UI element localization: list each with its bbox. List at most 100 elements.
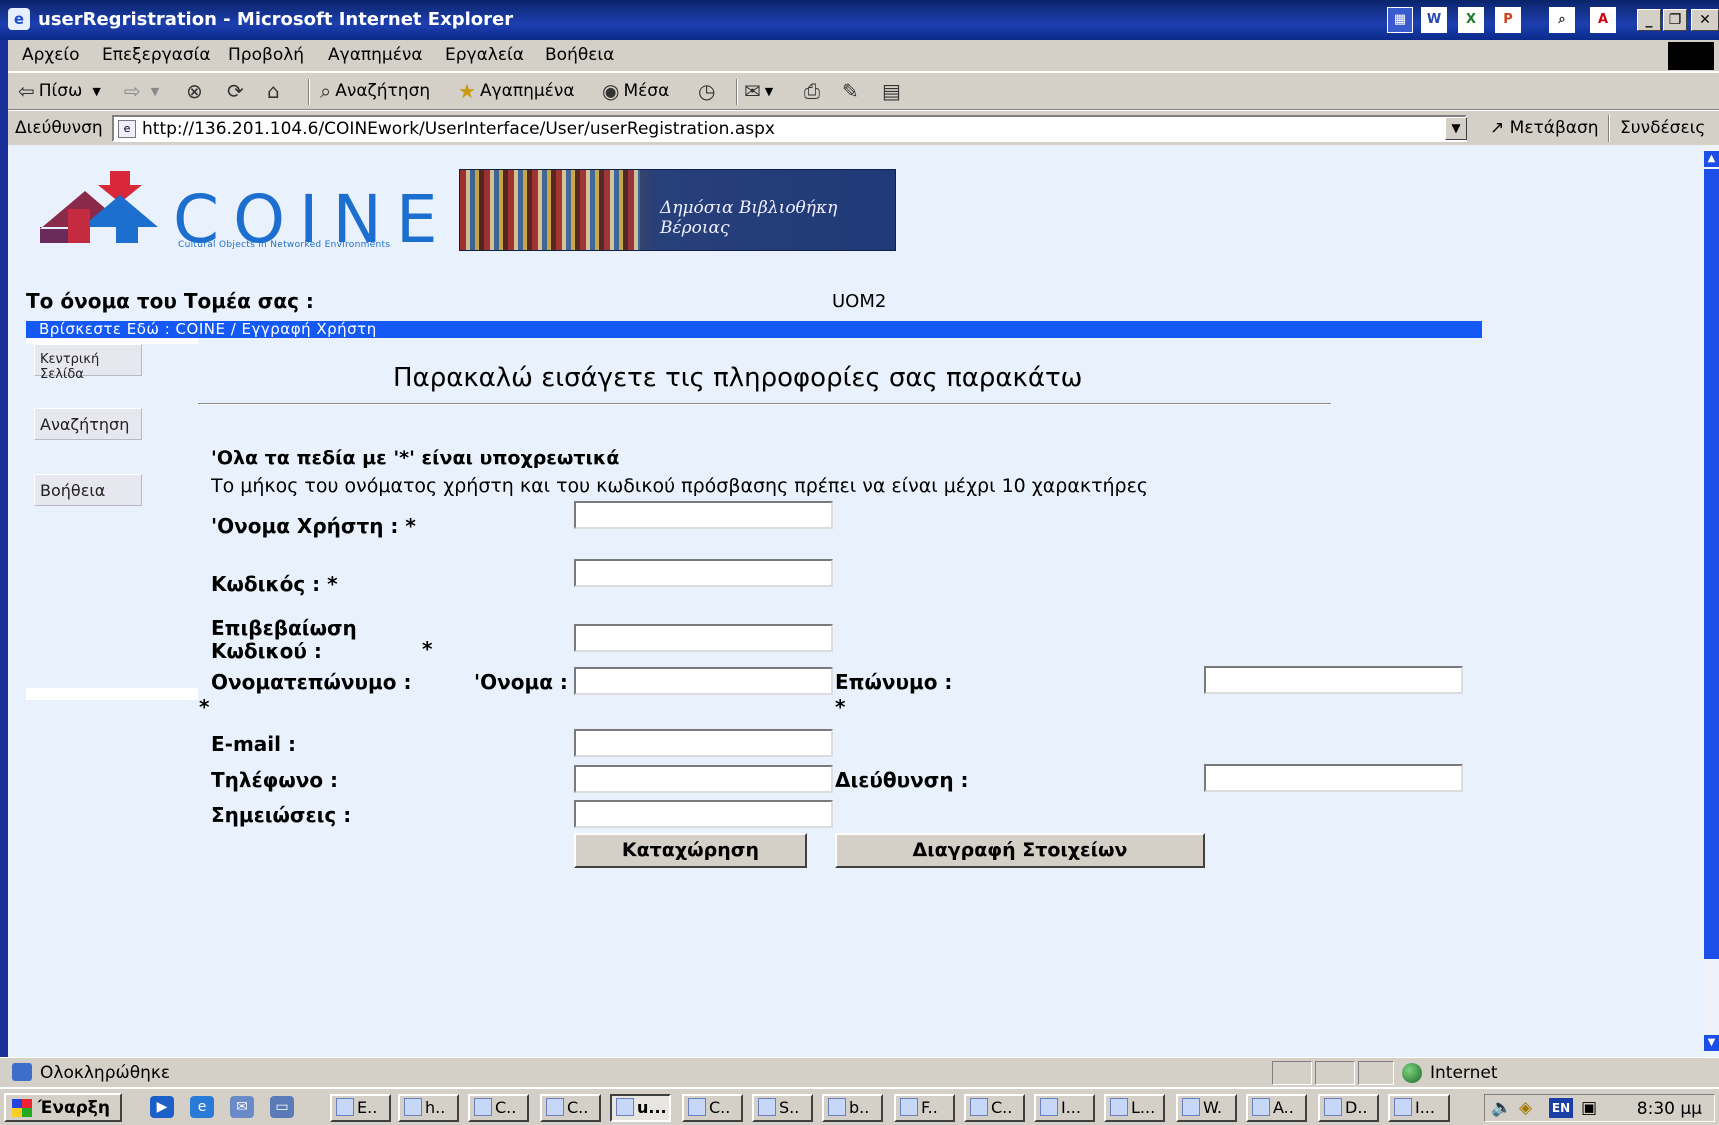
task-button[interactable]: E.. xyxy=(330,1094,391,1122)
mail-icon: ✉ xyxy=(744,79,761,103)
volume-icon[interactable]: 🔈 xyxy=(1491,1098,1512,1118)
side-home-button[interactable]: Κεντρική Σελίδα xyxy=(34,344,142,382)
tray-tool-icon[interactable]: ◈ xyxy=(1519,1098,1532,1118)
status-bar: Ολοκληρώθηκε Internet xyxy=(0,1057,1719,1087)
side-menu: Κεντρική Σελίδα Αναζήτηση Βοήθεια xyxy=(26,338,198,700)
clear-button[interactable]: Διαγραφή Στοιχείων xyxy=(835,833,1205,868)
page-viewport: COINE Cultural Objects in Networked Envi… xyxy=(8,145,1704,1057)
address-dropdown[interactable]: ▼ xyxy=(1445,117,1467,140)
task-button[interactable]: I... xyxy=(1388,1094,1450,1122)
books-image xyxy=(460,170,640,250)
menu-view[interactable]: Προβολή xyxy=(228,45,304,65)
fullname-required-mark: * xyxy=(199,695,210,719)
search-icon: ⌕ xyxy=(320,79,332,103)
menu-help[interactable]: Βοήθεια xyxy=(545,45,614,65)
go-button[interactable]: ↗ Μετάβαση xyxy=(1490,118,1599,138)
back-button[interactable]: ⇦ Πίσω ▼ xyxy=(18,79,101,103)
task-button-active[interactable]: u... xyxy=(610,1094,671,1122)
task-button[interactable]: C.. xyxy=(682,1094,743,1122)
status-pane xyxy=(1272,1061,1312,1085)
side-search-button[interactable]: Αναζήτηση xyxy=(34,408,142,440)
quicklaunch-media-icon[interactable]: ▶ xyxy=(150,1096,174,1118)
home-button[interactable]: ⌂ xyxy=(267,79,280,103)
menu-tools[interactable]: Εργαλεία xyxy=(445,45,524,65)
network-icon[interactable]: ▣ xyxy=(1581,1098,1597,1118)
edit-button[interactable]: ✎ xyxy=(842,79,859,103)
lastname-input[interactable] xyxy=(1204,666,1463,694)
clock: 8:30 μμ xyxy=(1636,1099,1702,1119)
vertical-scrollbar[interactable]: ▲ ▼ xyxy=(1704,145,1719,1057)
language-indicator[interactable]: EN xyxy=(1549,1098,1573,1118)
address-input[interactable]: e http://136.201.104.6/COINEwork/UserInt… xyxy=(112,115,1467,142)
menu-file[interactable]: Αρχείο xyxy=(22,45,80,65)
side-help-button[interactable]: Βοήθεια xyxy=(34,474,142,506)
firstname-input[interactable] xyxy=(574,667,833,695)
task-button[interactable]: h.. xyxy=(398,1094,459,1122)
task-button[interactable]: I... xyxy=(1034,1094,1095,1122)
links-button[interactable]: Συνδέσεις xyxy=(1620,118,1705,138)
media-button[interactable]: ◉ Μέσα xyxy=(602,79,669,103)
powerpoint-icon[interactable]: P xyxy=(1495,7,1521,33)
search-button[interactable]: ⌕ Αναζήτηση xyxy=(320,79,430,103)
window-title: userRegristration - Microsoft Internet E… xyxy=(38,9,514,30)
menu-favorites[interactable]: Αγαπημένα xyxy=(328,45,423,65)
scrollbar-thumb[interactable] xyxy=(1704,169,1719,959)
restore-button[interactable]: ❐ xyxy=(1663,9,1687,31)
page-heading: Παρακαλώ εισάγετε τις πληροφορίες σας πα… xyxy=(393,363,1083,393)
task-button[interactable]: D.. xyxy=(1318,1094,1379,1122)
username-input[interactable] xyxy=(574,501,833,529)
minimize-button[interactable]: _ xyxy=(1637,9,1661,31)
task-button[interactable]: b.. xyxy=(822,1094,883,1122)
task-button[interactable]: S.. xyxy=(752,1094,813,1122)
links-separator xyxy=(1608,115,1610,142)
task-button[interactable]: A.. xyxy=(1246,1094,1307,1122)
address-input-field[interactable] xyxy=(1204,764,1463,792)
submit-button[interactable]: Καταχώρηση xyxy=(574,833,807,868)
phone-input[interactable] xyxy=(574,765,833,793)
edit-icon: ✎ xyxy=(842,79,859,103)
start-button[interactable]: Έναρξη xyxy=(4,1093,122,1122)
discuss-button[interactable]: ▤ xyxy=(882,79,901,103)
quicklaunch-outlook-icon[interactable]: ✉ xyxy=(230,1096,254,1118)
address-field-label: Διεύθυνση : xyxy=(835,768,969,792)
quicklaunch-desktop-icon[interactable]: ▭ xyxy=(270,1096,294,1118)
print-button[interactable]: ⎙ xyxy=(804,79,820,103)
task-button[interactable]: F.. xyxy=(894,1094,955,1122)
go-label: Μετάβαση xyxy=(1509,118,1599,138)
tray-app-icon[interactable]: ▦ xyxy=(1387,7,1413,33)
task-button[interactable]: W. xyxy=(1176,1094,1237,1122)
address-url: http://136.201.104.6/COINEwork/UserInter… xyxy=(142,119,775,139)
word-icon[interactable]: W xyxy=(1421,7,1447,33)
email-input[interactable] xyxy=(574,729,833,757)
task-button[interactable]: L... xyxy=(1104,1094,1165,1122)
stop-button[interactable]: ⊗ xyxy=(186,79,203,103)
coine-logo-subtitle: Cultural Objects in Networked Environmen… xyxy=(178,240,391,250)
mail-dropdown-icon[interactable]: ▼ xyxy=(765,85,773,98)
task-button[interactable]: C.. xyxy=(468,1094,529,1122)
forward-dropdown-icon[interactable]: ▼ xyxy=(151,85,159,98)
password-input[interactable] xyxy=(574,559,833,587)
forward-button[interactable]: ⇨ ▼ xyxy=(124,79,159,103)
stop-icon: ⊗ xyxy=(186,79,203,103)
menu-edit[interactable]: Επεξεργασία xyxy=(102,45,211,65)
scroll-down-icon[interactable]: ▼ xyxy=(1704,1035,1719,1051)
task-button[interactable]: C.. xyxy=(540,1094,601,1122)
notes-input[interactable] xyxy=(574,800,833,828)
magnifier-icon[interactable]: ⌕ xyxy=(1549,7,1575,33)
quicklaunch-ie-icon[interactable]: e xyxy=(190,1096,214,1118)
history-button[interactable]: ◷ xyxy=(698,79,715,103)
email-label: E-mail : xyxy=(211,732,296,756)
confirm-label-line1: Επιβεβαίωση xyxy=(211,616,357,640)
task-button[interactable]: C.. xyxy=(964,1094,1025,1122)
back-dropdown-icon[interactable]: ▼ xyxy=(92,85,100,98)
acrobat-icon[interactable]: A xyxy=(1590,7,1616,33)
scroll-up-icon[interactable]: ▲ xyxy=(1704,151,1719,167)
refresh-button[interactable]: ⟳ xyxy=(227,79,244,103)
mail-button[interactable]: ✉ ▼ xyxy=(744,79,773,103)
close-button[interactable]: ✕ xyxy=(1691,9,1719,31)
title-bar: e userRegristration - Microsoft Internet… xyxy=(0,0,1719,40)
confirm-password-input[interactable] xyxy=(574,624,833,652)
excel-icon[interactable]: X xyxy=(1458,7,1484,33)
favorites-button[interactable]: ★ Αγαπημένα xyxy=(458,79,575,103)
page-icon: e xyxy=(118,120,136,138)
